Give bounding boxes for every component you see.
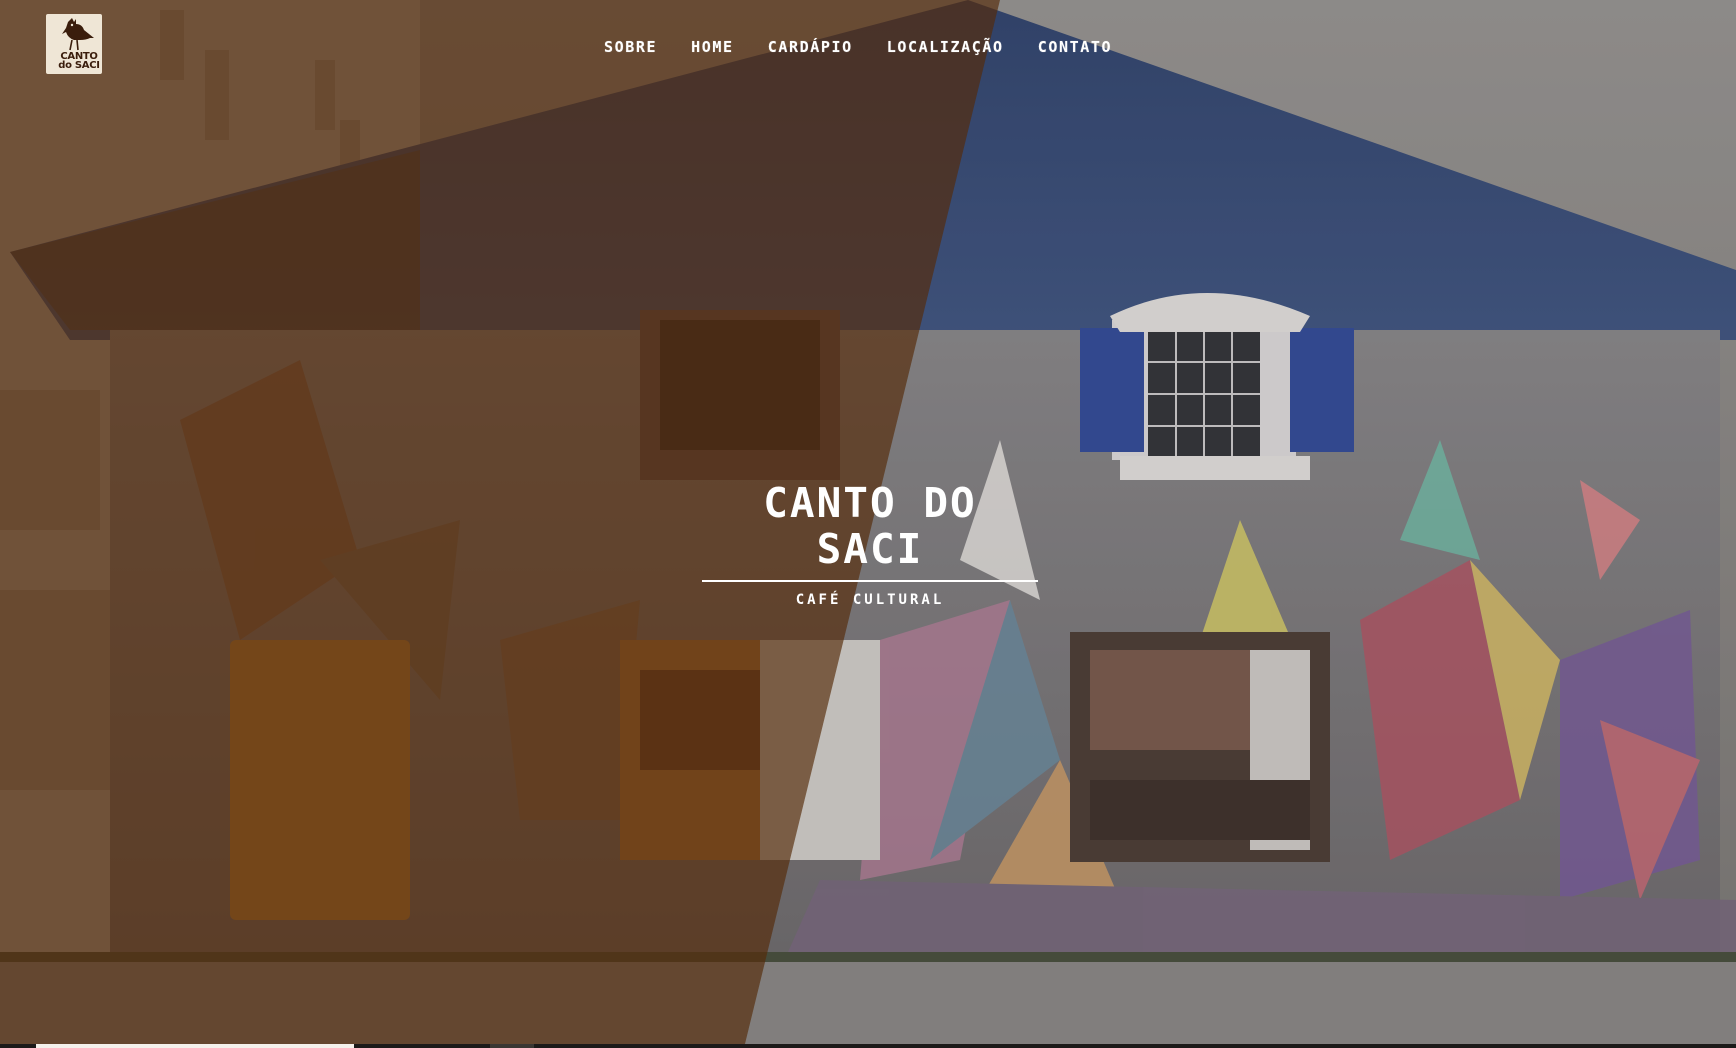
hero-tagline: CAFÉ CULTURAL — [795, 592, 945, 608]
logo-line-2: do SACI — [58, 60, 100, 71]
title-divider — [702, 580, 1038, 582]
nav-item-home[interactable]: HOME — [691, 38, 734, 56]
saci-bird-icon — [62, 18, 94, 51]
bottom-strip-segment-dark — [490, 1044, 534, 1048]
main-nav: SOBRE HOME CARDÁPIO LOCALIZAÇÃO CONTATO — [604, 37, 1146, 57]
hero-title-block: CANTO DO SACI CAFÉ CULTURAL — [702, 480, 1038, 608]
nav-item-sobre[interactable]: SOBRE — [604, 38, 657, 56]
bottom-progress-strip — [0, 1044, 1736, 1048]
nav-item-cardapio[interactable]: CARDÁPIO — [768, 38, 853, 56]
nav-item-contato[interactable]: CONTATO — [1038, 38, 1112, 56]
nav-item-localizacao[interactable]: LOCALIZAÇÃO — [887, 38, 1004, 56]
brand-logo[interactable]: CANTO do SACI — [46, 14, 102, 74]
logo-wordmark: CANTO do SACI — [58, 52, 100, 71]
bottom-strip-segment-light — [36, 1044, 354, 1048]
hero-title: CANTO DO SACI — [763, 479, 977, 573]
